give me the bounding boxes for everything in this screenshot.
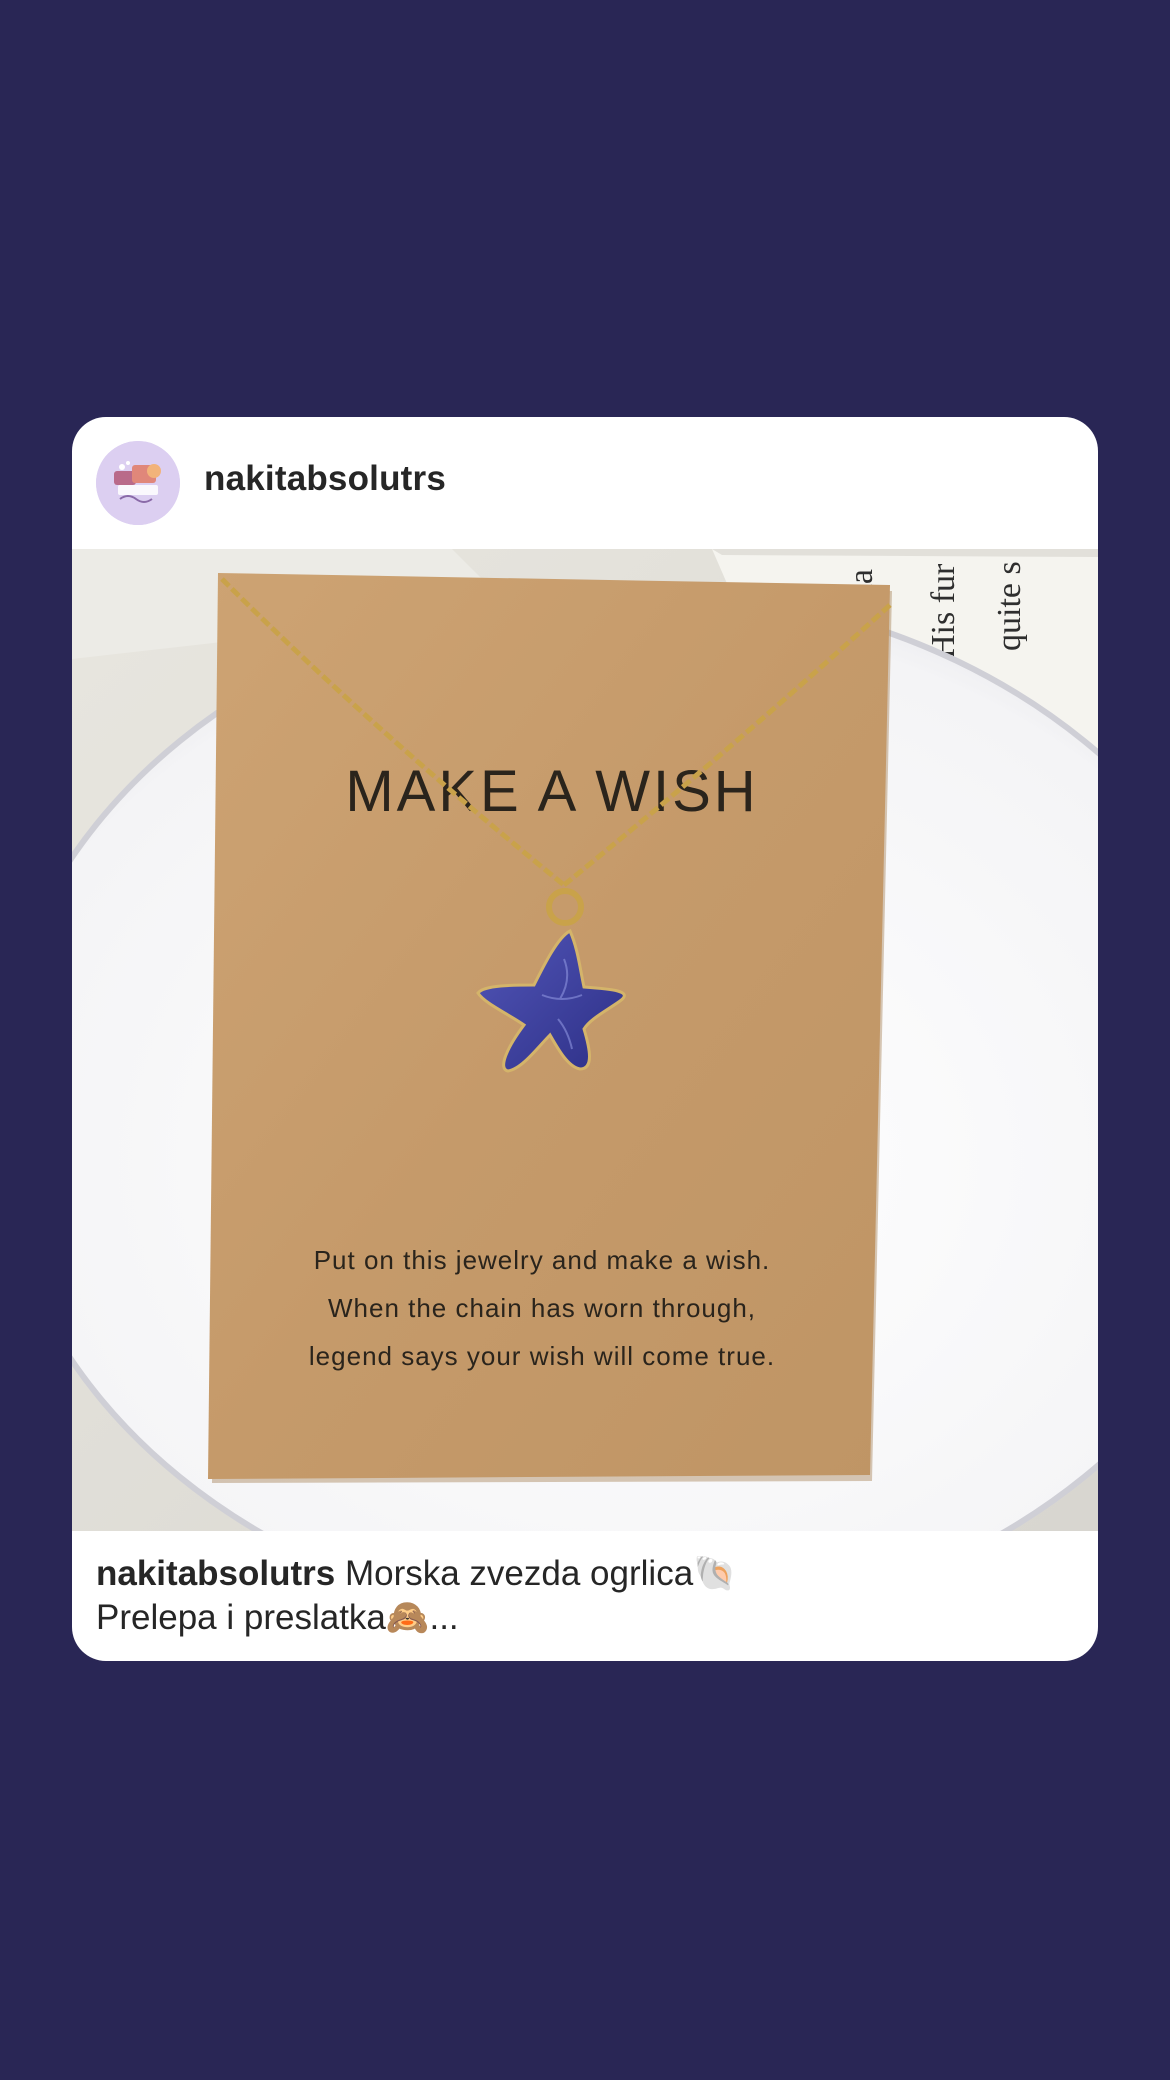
product-photo: ha His fur quite s MAKE A WISH Put on th…	[72, 549, 1098, 1531]
caption-more[interactable]: ...	[429, 1598, 458, 1637]
profile-avatar[interactable]	[96, 441, 180, 525]
caption-text-1: Morska zvezda ogrlica	[344, 1554, 694, 1593]
see-no-evil-monkey-icon: 🙈	[385, 1598, 430, 1638]
caption-line-1: nakitabsolutrs Morska zvezda ogrlica🐚	[96, 1552, 1076, 1596]
post-image[interactable]: ha His fur quite s MAKE A WISH Put on th…	[72, 549, 1098, 1531]
post-username[interactable]: nakitabsolutrs	[204, 459, 446, 499]
caption-line-2: Prelepa i preslatka🙈...	[96, 1596, 1076, 1640]
shell-icon: 🐚	[693, 1554, 737, 1594]
post-header: nakitabsolutrs	[72, 417, 1098, 549]
card-title: MAKE A WISH	[345, 759, 758, 824]
book-word-2: His fur	[925, 563, 962, 659]
post-card: nakitabsolutrs His fur quite s MAKE A WI…	[72, 417, 1098, 1661]
jewelry-logo-avatar-icon	[96, 441, 180, 525]
book-word-3: quite s	[991, 561, 1028, 651]
post-caption: nakitabsolutrs Morska zvezda ogrlica🐚 Pr…	[96, 1552, 1076, 1640]
card-line-1: Put on this jewelry and make a wish.	[314, 1245, 771, 1275]
card-line-3: legend says your wish will come true.	[309, 1341, 775, 1371]
caption-text-2: Prelepa i preslatka	[96, 1598, 386, 1637]
card-line-2: When the chain has worn through,	[328, 1293, 756, 1323]
caption-username[interactable]: nakitabsolutrs	[96, 1554, 335, 1593]
